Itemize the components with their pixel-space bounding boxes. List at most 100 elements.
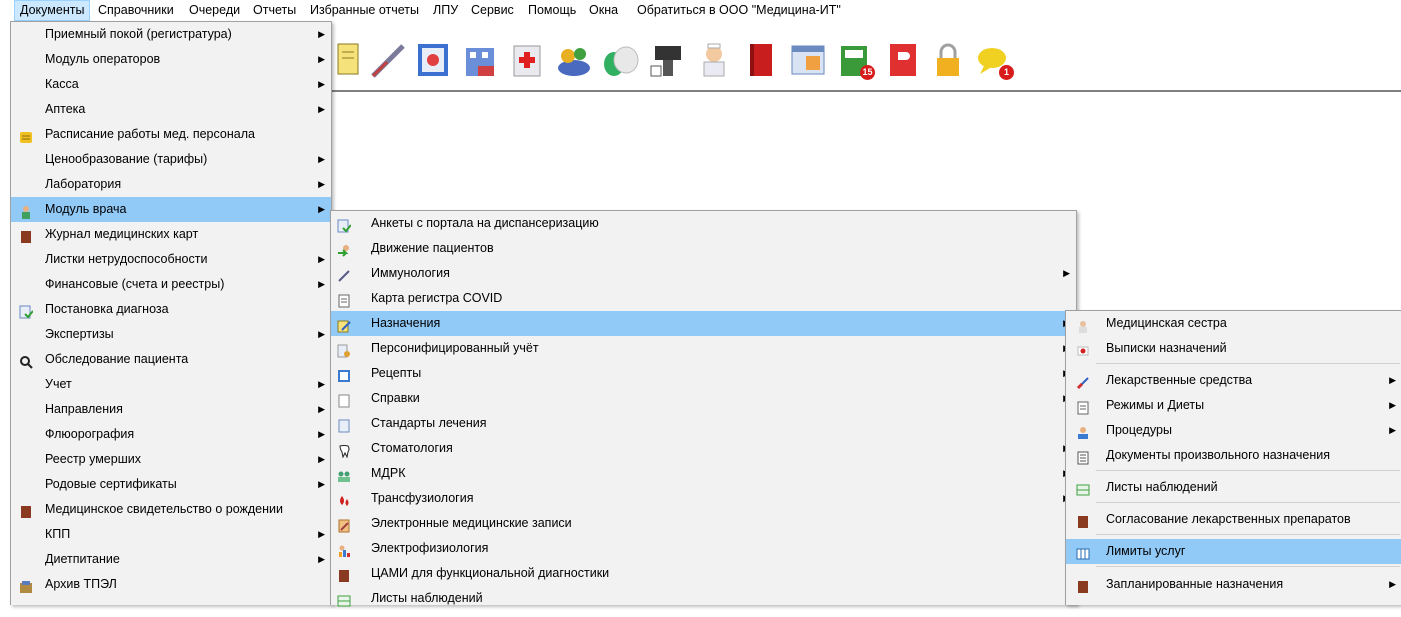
menu-separator	[1096, 566, 1400, 567]
menu-item-sick-leave[interactable]: Листки нетрудоспособности ▶	[11, 247, 331, 272]
personified-icon	[337, 342, 351, 358]
menu-item-label: Листы наблюдений	[371, 591, 483, 605]
menu-item-label: Архив ТПЭЛ	[45, 577, 117, 591]
menu-item-immunology[interactable]: Иммунология ▶	[331, 261, 1076, 286]
notifications-icon[interactable]: 15	[833, 38, 877, 82]
tooth-icon	[337, 442, 351, 459]
menu-item-operators-module[interactable]: Модуль операторов ▶	[11, 47, 331, 72]
menu-item-label: Реестр умерших	[45, 452, 141, 466]
menu-item-label: Анкеты с портала на диспансеризацию	[371, 216, 599, 230]
menu-separator	[1096, 534, 1400, 535]
people-group-icon	[337, 467, 351, 482]
menu-item-laboratory[interactable]: Лаборатория ▶	[11, 172, 331, 197]
submenu-arrow-icon: ▶	[318, 279, 325, 289]
medical-chart-icon[interactable]	[412, 38, 456, 82]
menu-favorite-reports[interactable]: Избранные отчеты	[305, 0, 424, 21]
pills-basket-icon[interactable]	[552, 38, 596, 82]
journal-book-icon	[19, 503, 33, 518]
menu-contact-support[interactable]: Обратиться в ООО "Медицина-ИТ"	[632, 0, 846, 21]
menu-item-birth-certificates[interactable]: Родовые сертификаты ▶	[11, 472, 331, 497]
nurse-icon[interactable]	[692, 38, 736, 82]
menu-item-fluorography[interactable]: Флюорография ▶	[11, 422, 331, 447]
menu-item-accounting[interactable]: Учет ▶	[11, 372, 331, 397]
menu-item-mdrk[interactable]: МДРК▶	[331, 461, 1076, 486]
menu-item-patient-movement[interactable]: Движение пациентов	[331, 236, 1076, 261]
menu-item-death-registry[interactable]: Реестр умерших ▶	[11, 447, 331, 472]
doctor-module-submenu: Анкеты с портала на диспансеризацию Движ…	[330, 210, 1077, 607]
menu-item-label: Рецепты	[371, 366, 422, 380]
menu-item-staff-schedule[interactable]: Расписание работы мед. персонала	[11, 122, 331, 147]
menu-item-electrophysiology[interactable]: Электрофизиология	[331, 536, 1076, 561]
messages-icon[interactable]: 1	[972, 38, 1016, 82]
menu-item-recipes[interactable]: Рецепты▶	[331, 361, 1076, 386]
sheet-icon	[1076, 481, 1090, 496]
menu-item-transfusiology[interactable]: Трансфузиология▶	[331, 486, 1076, 511]
red-book-icon[interactable]	[738, 38, 782, 82]
emr-icon	[337, 517, 351, 533]
menu-directories[interactable]: Справочники	[93, 0, 179, 21]
menu-item-label: Листы наблюдений	[1106, 480, 1218, 494]
menu-item-dentistry[interactable]: Стоматология▶	[331, 436, 1076, 461]
calendar-window-icon[interactable]	[786, 38, 830, 82]
patient-transfer-icon	[337, 242, 351, 257]
submenu-arrow-icon: ▶	[318, 29, 325, 39]
procedure-icon	[1076, 424, 1090, 439]
menu-item-financial[interactable]: Финансовые (счета и реестры) ▶	[11, 272, 331, 297]
capsule-icon[interactable]	[598, 38, 642, 82]
building-icon[interactable]	[458, 38, 502, 82]
menu-item-assignment-extracts[interactable]: Выписки назначений	[1066, 336, 1401, 361]
menu-item-electronic-medical-records[interactable]: Электронные медицинские записи	[331, 511, 1076, 536]
menu-queues[interactable]: Очереди	[184, 0, 245, 21]
barcode-scanner-icon[interactable]	[645, 38, 689, 82]
menu-item-certificates[interactable]: Справки▶	[331, 386, 1076, 411]
menu-item-pharmacy[interactable]: Аптека ▶	[11, 97, 331, 122]
menu-item-label: Медицинское свидетельство о рождении	[45, 502, 283, 516]
menu-lpu[interactable]: ЛПУ	[428, 0, 463, 21]
menu-item-nurse[interactable]: Медицинская сестра	[1066, 311, 1401, 336]
menu-item-procedures[interactable]: Процедуры ▶	[1066, 418, 1401, 443]
menu-service[interactable]: Сервис	[466, 0, 519, 21]
pdf-document-icon[interactable]	[880, 38, 924, 82]
menu-item-observation-sheets[interactable]: Листы наблюдений	[1066, 475, 1401, 500]
menu-item-personified-accounting[interactable]: Персонифицированный учёт▶	[331, 336, 1076, 361]
menu-item-regimes-diets[interactable]: Режимы и Диеты ▶	[1066, 393, 1401, 418]
menu-item-drug-approval[interactable]: Согласование лекарственных препаратов	[1066, 507, 1401, 532]
menu-item-diagnosis[interactable]: Постановка диагноза	[11, 297, 331, 322]
menu-item-patient-examination[interactable]: Обследование пациента	[11, 347, 331, 372]
menu-item-service-limits[interactable]: Лимиты услуг	[1066, 539, 1401, 564]
menu-item-medicines[interactable]: Лекарственные средства ▶	[1066, 368, 1401, 393]
menu-item-label: Финансовые (счета и реестры)	[45, 277, 225, 291]
lock-icon[interactable]	[926, 38, 970, 82]
submenu-arrow-icon: ▶	[318, 404, 325, 414]
menu-item-arbitrary-documents[interactable]: Документы произвольного назначения	[1066, 443, 1401, 468]
menu-item-reception[interactable]: Приемный покой (регистратура) ▶	[11, 22, 331, 47]
menu-documents[interactable]: Документы	[14, 0, 91, 21]
documents-menu: Приемный покой (регистратура) ▶ Модуль оп…	[10, 21, 332, 605]
menu-item-kpp[interactable]: КПП ▶	[11, 522, 331, 547]
menu-reports[interactable]: Отчеты	[248, 0, 301, 21]
menu-item-treatment-standards[interactable]: Стандарты лечения	[331, 411, 1076, 436]
menu-item-prescriptions-assignments[interactable]: Назначения▶	[331, 311, 1076, 336]
menu-item-referrals[interactable]: Направления ▶	[11, 397, 331, 422]
menu-item-expertise[interactable]: Экспертизы ▶	[11, 322, 331, 347]
submenu-arrow-icon: ▶	[318, 379, 325, 389]
menu-item-label: Трансфузиология	[371, 491, 474, 505]
first-aid-kit-icon[interactable]	[506, 38, 550, 82]
menu-item-tpel-archive[interactable]: Архив ТПЭЛ	[11, 572, 331, 597]
menu-item-portal-questionnaires[interactable]: Анкеты с портала на диспансеризацию	[331, 211, 1076, 236]
menu-windows[interactable]: Окна	[584, 0, 623, 21]
syringe-icon[interactable]	[365, 38, 409, 82]
menu-item-observation-sheets[interactable]: Листы наблюдений	[331, 586, 1076, 611]
submenu-arrow-icon: ▶	[1389, 579, 1396, 589]
menu-item-covid-registry-card[interactable]: Карта регистра COVID	[331, 286, 1076, 311]
menu-item-pricing[interactable]: Ценообразование (тарифы) ▶	[11, 147, 331, 172]
journal-book-icon	[337, 567, 351, 582]
menu-item-doctor-module[interactable]: Модуль врача ▶	[11, 197, 331, 222]
menu-item-tsami-functional-diagnostics[interactable]: ЦАМИ для функциональной диагностики	[331, 561, 1076, 586]
menu-item-planned-assignments[interactable]: Запланированные назначения ▶	[1066, 572, 1401, 597]
menu-item-medical-records-journal[interactable]: Журнал медицинских карт	[11, 222, 331, 247]
menu-item-cashier[interactable]: Касса ▶	[11, 72, 331, 97]
menu-item-diet-nutrition[interactable]: Диетпитание ▶	[11, 547, 331, 572]
menu-item-medical-birth-certificate[interactable]: Медицинское свидетельство о рождении	[11, 497, 331, 522]
menu-help[interactable]: Помощь	[523, 0, 581, 21]
